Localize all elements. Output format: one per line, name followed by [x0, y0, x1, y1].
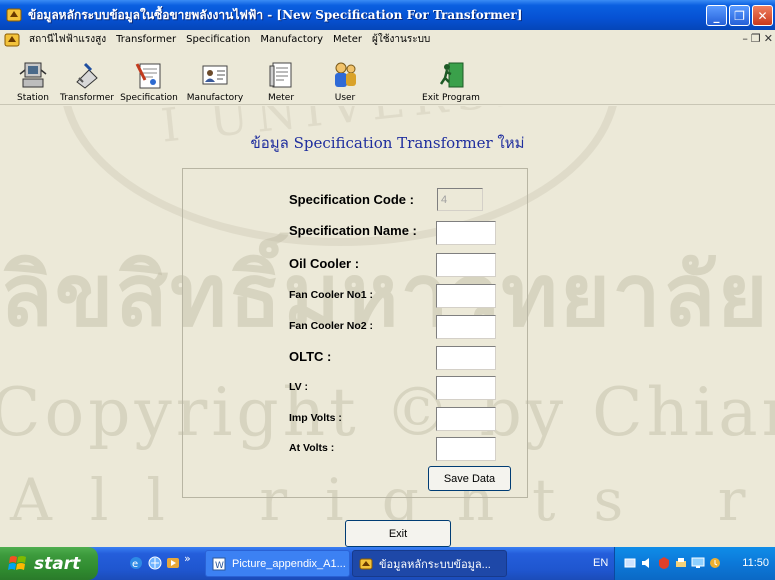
- user-icon: [335, 62, 356, 87]
- oltc-label: OLTC :: [289, 349, 332, 364]
- minimize-icon: _: [713, 8, 720, 23]
- toolbar-exit-label: Exit Program: [422, 93, 480, 103]
- toolbar-meter-label: Meter: [267, 93, 295, 103]
- menu-item-station[interactable]: สถานีไฟฟ้าแรงสูง: [24, 32, 111, 47]
- toolbar-specification-label: Specification: [120, 93, 178, 103]
- start-label: start: [34, 553, 81, 574]
- oil-cooler-field[interactable]: [436, 253, 496, 277]
- specification-code-label: Specification Code :: [289, 192, 414, 207]
- station-icon: [19, 62, 47, 88]
- browser-icon[interactable]: [147, 555, 163, 571]
- toolbar-meter-button[interactable]: Meter: [250, 51, 312, 103]
- maximize-button[interactable]: ❐: [729, 5, 750, 26]
- app-task-icon: [359, 558, 373, 569]
- task-label-app: ข้อมูลหลักระบบข้อมูล...: [379, 558, 491, 571]
- menu-item-users[interactable]: ผู้ใช้งานระบบ: [367, 32, 435, 47]
- manufactory-icon: [202, 65, 228, 85]
- clock: 11:50: [742, 557, 769, 569]
- svg-text:e: e: [132, 559, 138, 570]
- fan-cooler-no1-label: Fan Cooler No1 :: [289, 289, 374, 301]
- minimize-button[interactable]: _: [706, 5, 727, 26]
- mdi-close-icon[interactable]: ✕: [764, 32, 773, 45]
- tray-security-icon[interactable]: [657, 556, 671, 570]
- language-indicator[interactable]: EN: [593, 557, 608, 569]
- lv-label: LV :: [289, 381, 309, 393]
- toolbar-transformer-label: Transformer: [59, 93, 114, 103]
- menu-item-manufactory[interactable]: Manufactory: [255, 34, 328, 45]
- ie-icon[interactable]: e: [128, 555, 144, 571]
- menu-item-transformer[interactable]: Transformer: [111, 34, 181, 45]
- maximize-icon: ❐: [734, 8, 745, 23]
- menu-bar: สถานีไฟฟ้าแรงสูง Transformer Specificati…: [0, 30, 775, 49]
- mdi-minimize-icon[interactable]: –: [742, 32, 748, 45]
- word-icon: W: [212, 557, 226, 571]
- mdi-restore-icon[interactable]: ❐: [751, 32, 761, 45]
- task-button-app[interactable]: ข้อมูลหลักระบบข้อมูล...: [352, 550, 507, 577]
- imp-volts-field[interactable]: [436, 407, 496, 431]
- at-volts-label: At Volts :: [289, 442, 335, 454]
- tray-printer-icon[interactable]: [674, 556, 688, 570]
- specification-icon: [135, 63, 161, 89]
- fan-cooler-no1-field[interactable]: [436, 284, 496, 308]
- close-button[interactable]: ✕: [752, 5, 773, 26]
- oil-cooler-label: Oil Cooler :: [289, 256, 360, 271]
- toolbar-user-label: User: [334, 93, 356, 103]
- imp-volts-label: Imp Volts :: [289, 412, 342, 424]
- specification-name-label: Specification Name :: [289, 223, 417, 238]
- meter-icon: [269, 62, 292, 88]
- main-area: I UNIVERSITY ลิขสิทธิ์มหาวิทยาลัยเชียงให…: [0, 106, 775, 547]
- specification-name-field[interactable]: [436, 221, 496, 245]
- fan-cooler-no2-label: Fan Cooler No2 :: [289, 320, 374, 332]
- save-data-label: Save Data: [443, 472, 496, 485]
- window-title: ข้อมูลหลักระบบข้อมูลในซื้อขายพลังงานไฟฟ้…: [28, 7, 523, 22]
- toolbar-manufactory-label: Manufactory: [186, 93, 244, 103]
- media-icon[interactable]: [165, 555, 181, 571]
- transformer-icon: [76, 62, 98, 89]
- task-label-picture: Picture_appendix_A1...: [232, 557, 346, 570]
- save-data-button[interactable]: Save Data: [428, 466, 511, 491]
- toolbar-station-button[interactable]: Station: [2, 51, 64, 103]
- tray-display-icon[interactable]: [691, 556, 705, 570]
- task-button-picture[interactable]: W Picture_appendix_A1...: [205, 550, 350, 577]
- tray-update-icon[interactable]: [708, 556, 722, 570]
- tray-network-icon[interactable]: [623, 556, 637, 570]
- exit-label: Exit: [388, 527, 408, 540]
- toolbar-specification-button[interactable]: Specification: [118, 51, 180, 103]
- menu-item-specification[interactable]: Specification: [181, 34, 255, 45]
- menu-item-meter[interactable]: Meter: [328, 34, 367, 45]
- toolbar: Station Transformer Specification Manufa…: [0, 49, 775, 105]
- toolbar-station-label: Station: [17, 93, 49, 103]
- system-tray: 11:50: [614, 547, 775, 580]
- quicklaunch-more-icon[interactable]: »: [184, 552, 200, 568]
- document-icon[interactable]: [4, 33, 20, 47]
- toolbar-transformer-button[interactable]: Transformer: [56, 51, 118, 103]
- app-icon: [6, 8, 22, 22]
- toolbar-exit-button[interactable]: Exit Program: [420, 51, 482, 103]
- exit-button[interactable]: Exit: [345, 520, 451, 547]
- taskbar: start e » W Picture_appendix_A1... ข้อมู…: [0, 547, 775, 580]
- toolbar-manufactory-button[interactable]: Manufactory: [184, 51, 246, 103]
- lv-field[interactable]: [436, 376, 496, 400]
- windows-logo-icon: [8, 555, 26, 570]
- svg-text:W: W: [215, 561, 224, 571]
- close-icon: ✕: [757, 8, 768, 23]
- toolbar-user-button[interactable]: User: [314, 51, 376, 103]
- fan-cooler-no2-field[interactable]: [436, 315, 496, 339]
- at-volts-field[interactable]: [436, 437, 496, 461]
- oltc-field[interactable]: [436, 346, 496, 370]
- title-bar[interactable]: ข้อมูลหลักระบบข้อมูลในซื้อขายพลังงานไฟฟ้…: [0, 0, 775, 30]
- exit-program-icon: [439, 62, 464, 88]
- specification-code-field[interactable]: [437, 188, 483, 211]
- page-title: ข้อมูล Specification Transformer ใหม่: [250, 134, 525, 152]
- tray-speaker-icon[interactable]: [640, 556, 654, 570]
- start-button[interactable]: start: [0, 547, 98, 580]
